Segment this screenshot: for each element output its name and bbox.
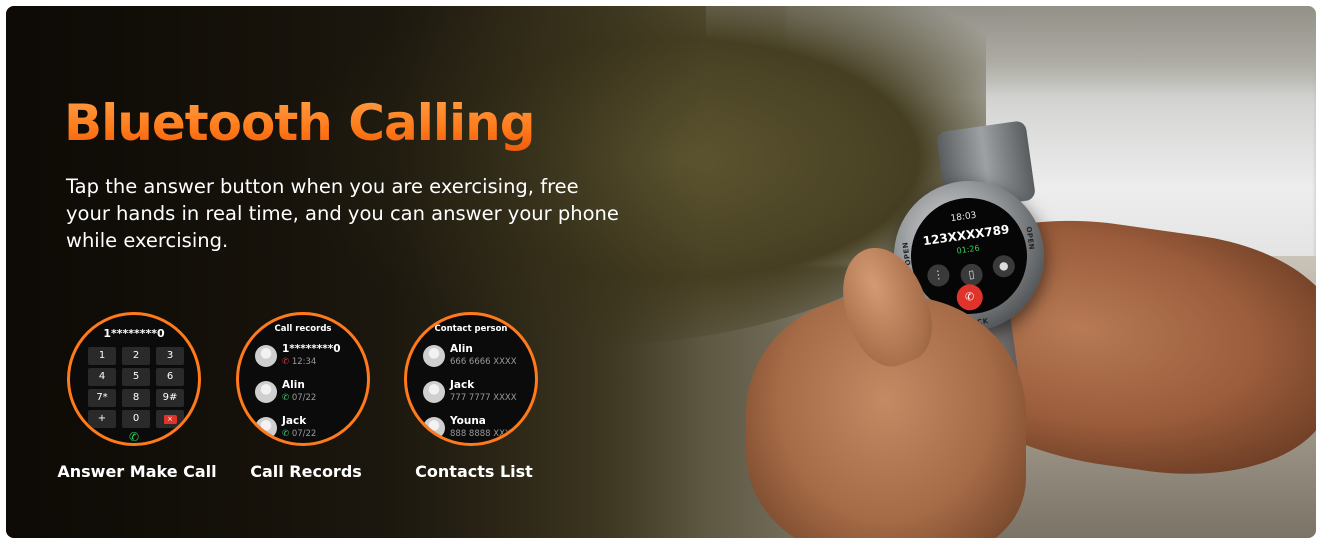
key-6: 6 — [156, 368, 184, 386]
dialed-number: 1********0 — [103, 327, 165, 340]
headline: Bluetooth Calling — [64, 94, 535, 152]
incoming-call-icon: ✆ — [282, 393, 290, 403]
background-rocks — [706, 6, 1316, 96]
list-item: Jack ✆ 07/22 — [255, 415, 365, 443]
contacts-screen: Contact person Alin 666 6666 XXXX Jack 7… — [404, 312, 538, 446]
entry-time: 12:34 — [291, 357, 317, 367]
entry-name: Youna — [450, 415, 486, 427]
feature-contacts-list: Contact person Alin 666 6666 XXXX Jack 7… — [404, 312, 574, 481]
promo-banner: OPEN BACK OPEN 18:03 123XXXX789 01:26 ⋮ … — [6, 6, 1316, 538]
key-4: 4 — [88, 368, 116, 386]
list-item: Alin 666 6666 XXXX — [423, 343, 533, 373]
entry-name: Alin — [282, 379, 305, 391]
list-item: Alin ✆ 07/22 — [255, 379, 365, 409]
entry-name: Alin — [450, 343, 473, 355]
entry-name: 1********0 — [282, 343, 341, 355]
entry-phone: 777 7777 XXXX — [450, 393, 517, 403]
entry-date: 07/22 — [291, 429, 317, 439]
background-sky — [786, 6, 1316, 266]
entry-name: Jack — [450, 379, 475, 391]
entry-name: Jack — [282, 415, 307, 427]
background-ground — [986, 256, 1316, 538]
hang-up-icon: ✆ — [955, 282, 985, 312]
dark-overlay — [6, 6, 706, 538]
keypad-icon: ⋮ — [925, 263, 951, 288]
dialer-screen: 1********0 1 2 3 4 5 6 7* 8 9# + 0 × ✆ — [67, 312, 201, 446]
keypad: 1 2 3 4 5 6 7* 8 9# + 0 × — [88, 347, 184, 428]
feature-label: Contacts List — [415, 462, 533, 481]
avatar — [423, 417, 445, 439]
avatar — [423, 381, 445, 403]
entry-detail: ✆ 07/22 — [282, 429, 316, 439]
key-3: 3 — [156, 347, 184, 365]
key-7: 7* — [88, 389, 116, 407]
feature-label: Answer Make Call — [57, 462, 217, 481]
microphone-icon: ● — [991, 253, 1017, 279]
bezel-label-bottom: BACK — [964, 316, 990, 329]
avatar — [255, 381, 277, 403]
key-9: 9# — [156, 389, 184, 407]
entry-detail: ✆ 12:34 — [282, 357, 316, 367]
call-records-screen: Call records 1********0 ✆ 12:34 Alin ✆ 0… — [236, 312, 370, 446]
key-1: 1 — [88, 347, 116, 365]
key-0: 0 — [122, 410, 150, 428]
contacts-title: Contact person — [434, 324, 508, 334]
feature-answer-make-call: 1********0 1 2 3 4 5 6 7* 8 9# + 0 × ✆ A… — [57, 312, 237, 481]
watch-screen: 18:03 123XXXX789 01:26 ⋮ ▯ ● ✆ — [903, 190, 1035, 322]
missed-call-icon: ✆ — [282, 357, 290, 367]
list-item: Jack 777 7777 XXXX — [423, 379, 533, 409]
incoming-call-icon: ✆ — [282, 429, 290, 439]
avatar — [423, 345, 445, 367]
key-8: 8 — [122, 389, 150, 407]
entry-detail: ✆ 07/22 — [282, 393, 316, 403]
description: Tap the answer button when you are exerc… — [66, 175, 619, 252]
call-records-title: Call records — [274, 324, 332, 334]
feature-call-records: Call records 1********0 ✆ 12:34 Alin ✆ 0… — [236, 312, 406, 481]
key-plus: + — [88, 410, 116, 428]
key-2: 2 — [122, 347, 150, 365]
call-icon: ✆ — [129, 430, 140, 444]
feature-label: Call Records — [250, 462, 362, 481]
key-delete: × — [156, 410, 184, 428]
avatar — [255, 417, 277, 439]
entry-phone: 666 6666 XXXX — [450, 357, 517, 367]
key-5: 5 — [122, 368, 150, 386]
avatar — [255, 345, 277, 367]
list-item: 1********0 ✆ 12:34 — [255, 343, 365, 373]
entry-phone: 888 8888 XXXX — [450, 429, 517, 439]
list-item: Youna 888 8888 XXXX — [423, 415, 533, 443]
delete-icon: × — [163, 415, 177, 424]
entry-date: 07/22 — [291, 393, 317, 403]
